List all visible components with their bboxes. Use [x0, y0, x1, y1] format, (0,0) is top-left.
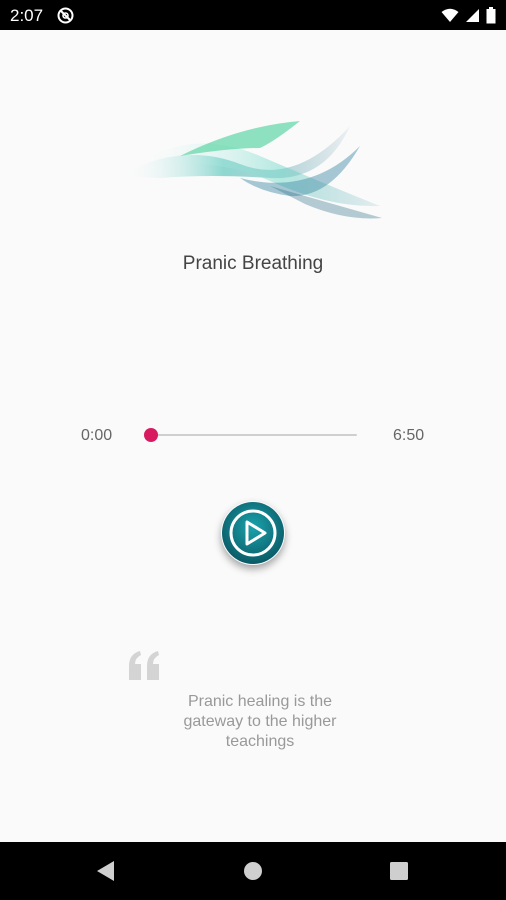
wave-artwork [120, 121, 382, 219]
seek-thumb[interactable] [144, 428, 158, 442]
seek-bar[interactable] [151, 434, 357, 436]
recents-icon[interactable] [369, 842, 429, 900]
status-bar: 2:07 [0, 0, 506, 30]
battery-icon [486, 6, 496, 23]
play-button[interactable] [221, 501, 285, 565]
signal-icon [466, 8, 479, 22]
track-title: Pranic Breathing [182, 253, 324, 274]
navigation-bar [0, 842, 506, 900]
home-icon[interactable] [223, 842, 283, 900]
status-time: 2:07 [10, 6, 44, 25]
total-time: 6:50 [393, 427, 425, 444]
status-icons [441, 6, 496, 24]
back-icon[interactable] [76, 842, 136, 900]
quote-icon [129, 651, 159, 680]
wifi-icon [441, 8, 459, 22]
quote-text: Pranic healing is the gateway to the hig… [183, 693, 337, 750]
do-not-disturb-icon [57, 7, 74, 24]
current-time: 0:00 [81, 427, 113, 444]
